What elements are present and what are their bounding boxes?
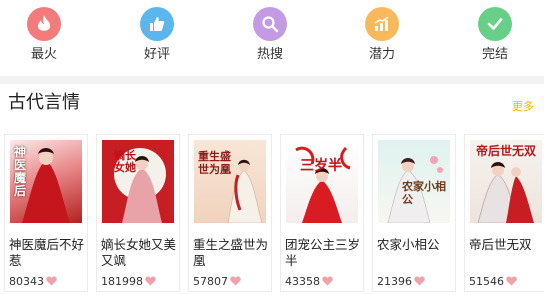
book-title: 帝后世无双 [469,237,532,252]
book-cover: 嫡长女她 [102,140,174,223]
cover-title: 帝后世无双 [476,144,537,158]
nav-label: 潜力 [368,47,395,62]
book-card[interactable]: 重生盛世为凰 重生之盛世为凰 57807 [188,134,272,292]
heart-icon [414,276,425,286]
cover-title: 农家小相公 [402,180,446,206]
book-title: 嫡长女她又美又飒 [101,237,177,268]
book-count: 51546 [469,275,517,289]
search-icon [253,7,287,41]
heart-icon [230,276,241,286]
book-title: 重生之盛世为凰 [193,237,269,268]
nav-label: 完结 [481,47,508,62]
book-count: 181998 [101,275,156,289]
book-card[interactable]: 三岁半 团宠公主三岁半 43358 [280,134,364,292]
nav-label: 最火 [30,47,57,62]
book-cover: 重生盛世为凰 [194,140,266,223]
nav-label: 热搜 [256,47,283,62]
cover-title: 重生盛世为凰 [198,150,231,176]
book-cover: 三岁半 [286,140,358,223]
nav-item-potential[interactable]: 潜力 [352,7,412,63]
nav-item-hottest[interactable]: 最火 [14,7,74,63]
check-icon [478,7,512,41]
flame-icon [27,7,61,41]
cover-title: 嫡长女她 [114,149,136,174]
book-cover: 神医魔后 [10,140,82,223]
more-link[interactable]: 更多 [512,98,534,114]
book-card[interactable]: 嫡长女她 嫡长女她又美又飒 181998 [96,134,180,292]
book-cover: 帝后世无双 [470,140,542,223]
book-title: 农家小相公 [377,237,440,252]
ancient-romance-section: 古代言情 更多 神医魔后 神医魔后不好惹 80343 嫡长女她 嫡长女她又美又飒… [0,84,544,295]
section-title: 古代言情 [8,92,80,113]
bar-chart-icon [365,7,399,41]
book-title: 神医魔后不好惹 [9,237,85,268]
category-nav: 最火 好评 热搜 潜力 完结 [0,0,544,76]
nav-item-trending[interactable]: 热搜 [240,7,300,63]
book-title: 团宠公主三岁半 [285,237,361,268]
heart-icon [145,276,156,286]
cover-title: 三岁半 [300,158,342,174]
book-card[interactable]: 神医魔后 神医魔后不好惹 80343 [4,134,88,292]
book-cover: 农家小相公 [378,140,450,223]
heart-icon [506,276,517,286]
nav-item-completed[interactable]: 完结 [465,7,525,63]
thumbs-up-icon [140,7,174,41]
book-count: 80343 [9,275,57,289]
cover-title: 神医魔后 [14,145,27,198]
book-card[interactable]: 农家小相公 农家小相公 21396 [372,134,456,292]
book-card[interactable]: 帝后世无双 帝后世无双 51546 [464,134,544,292]
nav-label: 好评 [143,47,170,62]
book-count: 21396 [377,275,425,289]
book-count: 57807 [193,275,241,289]
book-count: 43358 [285,275,333,289]
heart-icon [322,276,333,286]
heart-icon [46,276,57,286]
nav-item-top-rated[interactable]: 好评 [127,7,187,63]
